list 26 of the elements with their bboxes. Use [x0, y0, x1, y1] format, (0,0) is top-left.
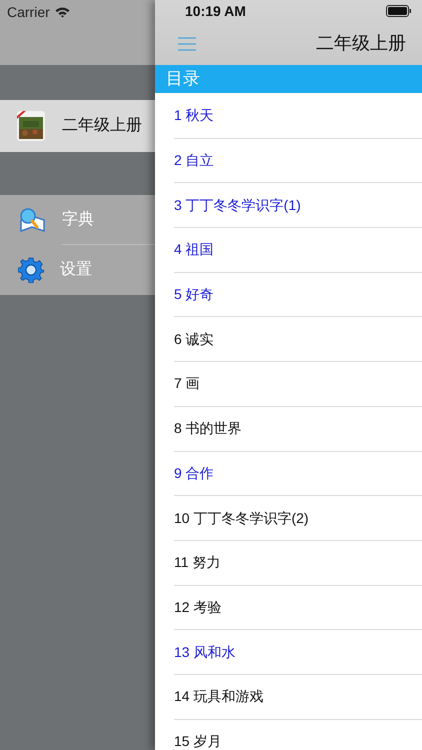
settings-icon: [18, 257, 44, 283]
lesson-item[interactable]: 6 诚实: [174, 328, 214, 350]
lesson-item[interactable]: 8 书的世界: [174, 418, 242, 440]
book-item[interactable]: 二年级上册: [0, 100, 155, 152]
clock-time: 10:19 AM: [185, 2, 246, 20]
lesson-item[interactable]: 11 努力: [174, 552, 220, 574]
wifi-icon: [54, 6, 70, 18]
battery-icon: [386, 5, 412, 17]
lesson-item[interactable]: 12 考验: [174, 596, 222, 618]
lesson-item[interactable]: 10 丁丁冬冬学识字(2): [174, 508, 309, 529]
menu-icon[interactable]: [177, 36, 197, 50]
carrier-label: Carrier: [7, 2, 50, 22]
lesson-item[interactable]: 1 秋天: [174, 105, 214, 126]
lesson-item[interactable]: 13 风和水: [174, 642, 236, 663]
lesson-item[interactable]: 5 好奇: [174, 284, 214, 306]
magnifier-book-icon: [18, 206, 46, 234]
section-title: 目录: [166, 68, 200, 90]
page-title: 二年级上册: [316, 32, 406, 55]
lesson-item[interactable]: 2 自立: [174, 150, 214, 172]
lesson-item[interactable]: 7 画: [174, 373, 200, 394]
book-title: 二年级上册: [62, 116, 142, 136]
lesson-item[interactable]: 14 玩具和游戏: [174, 686, 264, 708]
lesson-item[interactable]: 9 合作: [174, 462, 214, 484]
lesson-item[interactable]: 3 丁丁冬冬学识字(1): [174, 194, 301, 216]
lesson-item[interactable]: 4 祖国: [174, 239, 214, 260]
lesson-item[interactable]: 15 岁月: [174, 730, 222, 750]
